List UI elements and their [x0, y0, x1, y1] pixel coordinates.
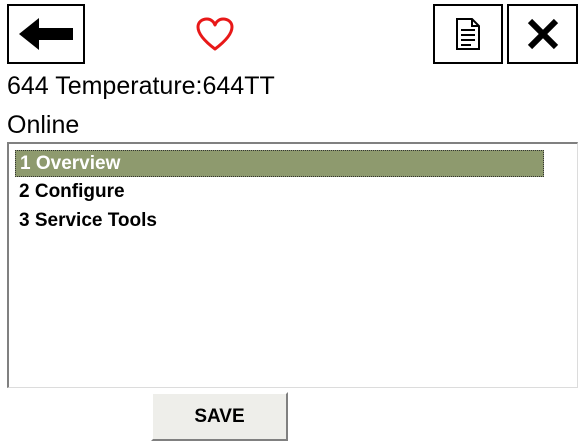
heart-outline-icon: [192, 14, 238, 54]
menu-item-configure[interactable]: 2 Configure: [15, 179, 544, 206]
back-button[interactable]: [7, 4, 85, 64]
menu-list: 1 Overview 2 Configure 3 Service Tools: [7, 142, 578, 388]
document-icon: [456, 18, 480, 50]
close-button[interactable]: [507, 4, 578, 64]
menu-item-overview[interactable]: 1 Overview: [15, 150, 544, 177]
save-button[interactable]: SAVE: [151, 392, 288, 441]
top-toolbar: [0, 0, 578, 68]
menu-item-service-tools[interactable]: 3 Service Tools: [15, 208, 544, 235]
device-title: 644 Temperature:644TT: [7, 72, 275, 100]
connection-status: Online: [7, 111, 80, 139]
hart-communicator-screen: 644 Temperature:644TT Online 1 Overview …: [0, 0, 578, 441]
document-button[interactable]: [433, 4, 503, 64]
arrow-left-icon: [19, 18, 73, 50]
close-x-icon: [527, 18, 558, 50]
